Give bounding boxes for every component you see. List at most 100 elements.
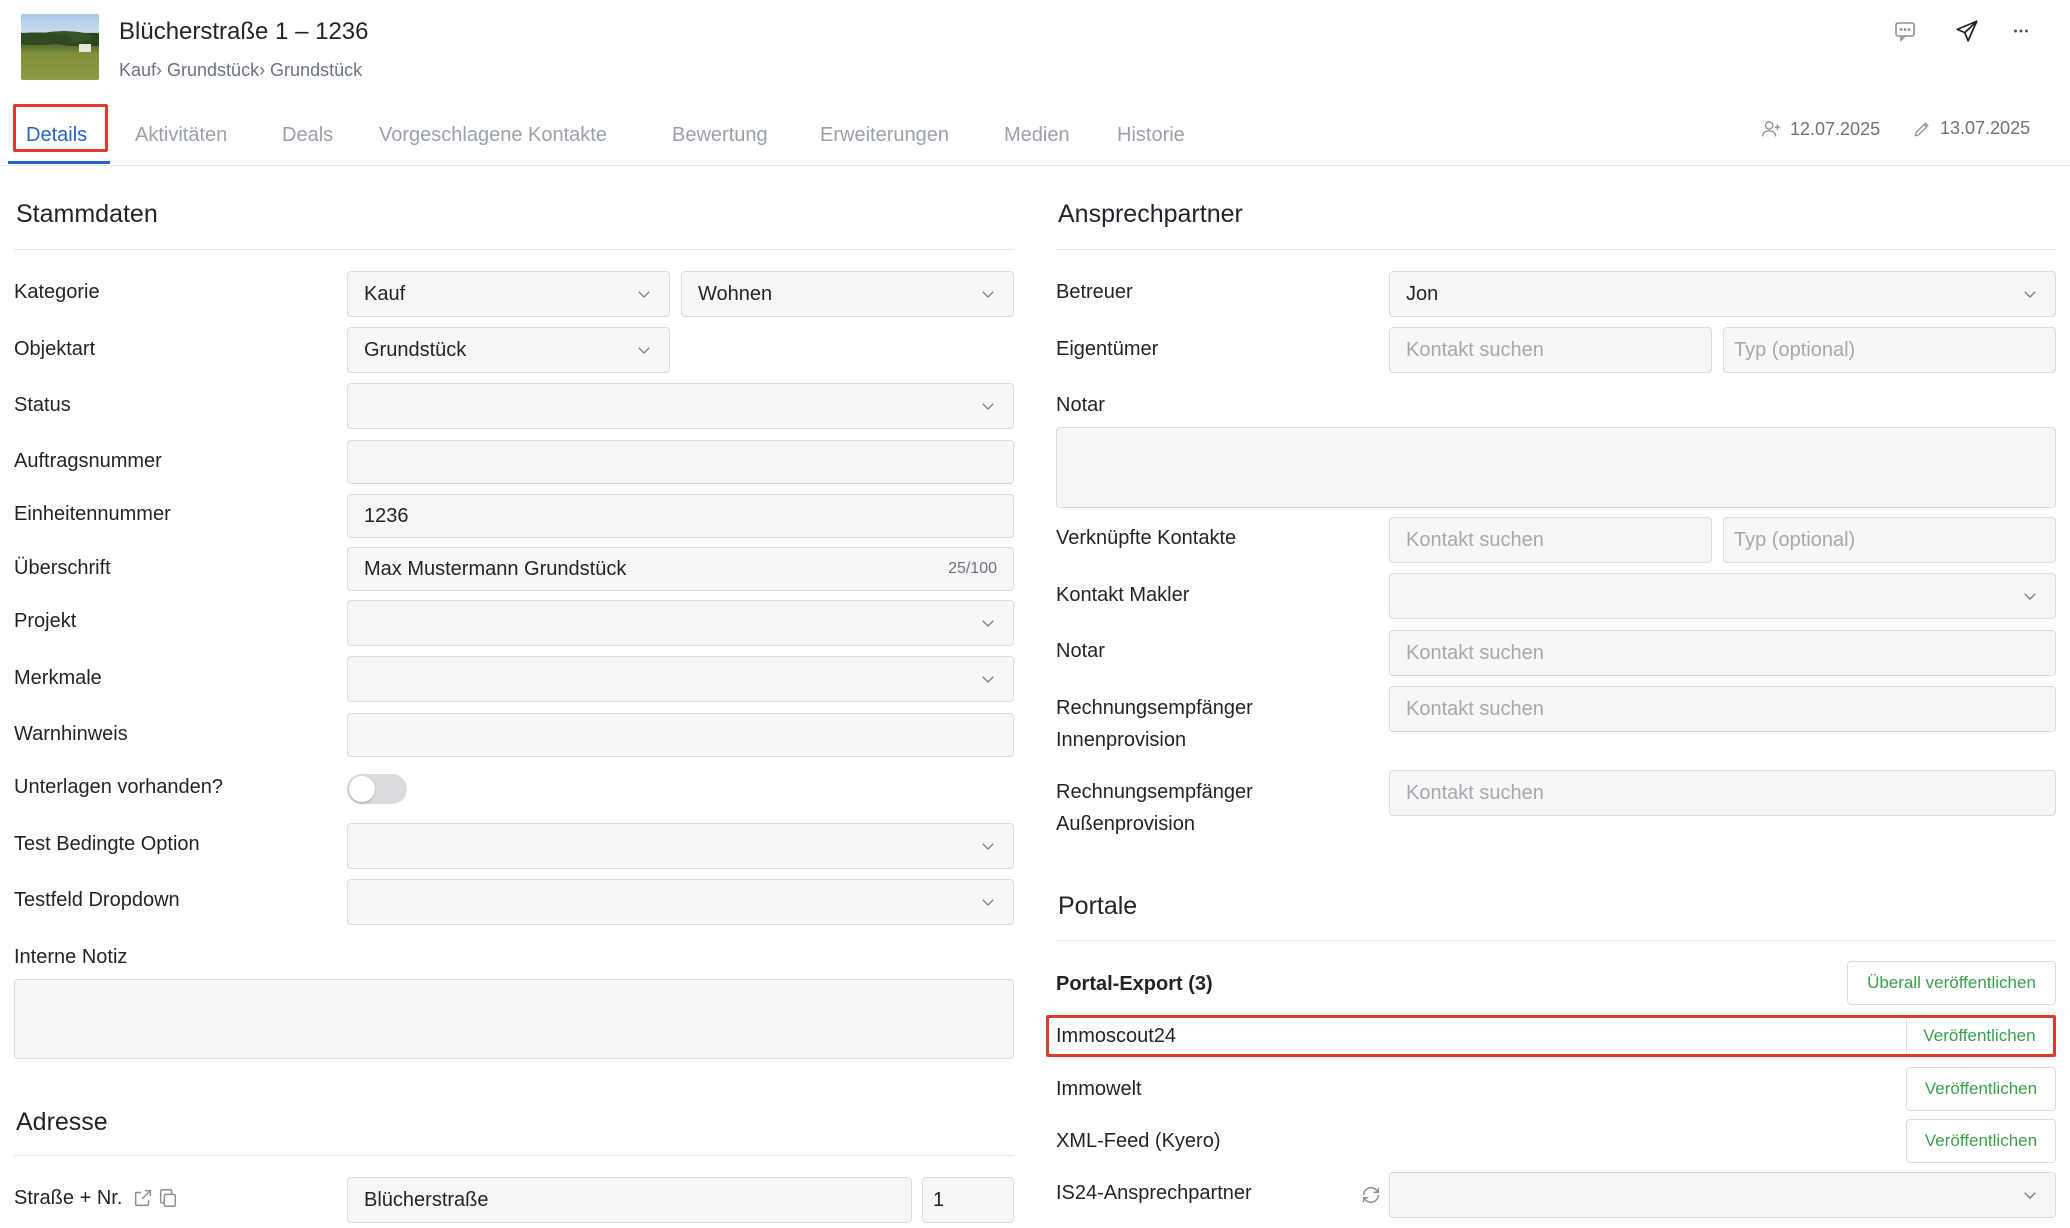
re-innen-search-input[interactable]: Kontakt suchen xyxy=(1389,686,2056,732)
is24-ansprechpartner-select[interactable] xyxy=(1389,1172,2056,1218)
verknuepfte-type-placeholder: Typ (optional) xyxy=(1734,528,1856,551)
projekt-label: Projekt xyxy=(14,610,77,632)
hausnummer-value: 1 xyxy=(933,1188,945,1211)
active-tab-indicator xyxy=(8,161,110,164)
einheitennummer-input[interactable]: 1236 xyxy=(347,494,1014,538)
status-select[interactable] xyxy=(347,383,1014,429)
verknuepfte-type-input[interactable]: Typ (optional) xyxy=(1723,517,2056,563)
copy-icon[interactable] xyxy=(157,1187,179,1209)
stammdaten-title: Stammdaten xyxy=(16,200,158,228)
kategorie-select[interactable]: Kauf xyxy=(347,271,670,317)
betreuer-value: Jon xyxy=(1406,282,1439,305)
status-label: Status xyxy=(14,394,71,416)
merkmale-label: Merkmale xyxy=(14,667,102,689)
chevron-down-icon xyxy=(982,676,994,683)
strasse-label: Straße + Nr. xyxy=(14,1187,123,1209)
unterlagen-label: Unterlagen vorhanden? xyxy=(14,776,224,798)
portal-name-xml-feed: XML-Feed (Kyero) xyxy=(1056,1130,1221,1152)
warnhinweis-label: Warnhinweis xyxy=(14,723,128,745)
tab-vorgeschlagene-kontakte[interactable]: Vorgeschlagene Kontakte xyxy=(377,118,609,152)
einheitennummer-value: 1236 xyxy=(364,504,409,527)
test-bedingte-label: Test Bedingte Option xyxy=(14,833,200,855)
tab-bewertung[interactable]: Bewertung xyxy=(670,118,770,152)
projekt-select[interactable] xyxy=(347,600,1014,646)
chevron-down-icon xyxy=(638,291,650,298)
tab-historie[interactable]: Historie xyxy=(1115,118,1187,152)
eigentuemer-type-input[interactable]: Typ (optional) xyxy=(1723,327,2056,373)
character-counter: 25/100 xyxy=(948,560,997,577)
auftragsnummer-input[interactable] xyxy=(347,440,1014,484)
publish-immoscout24-button[interactable]: Veröffentlichen xyxy=(1906,1018,2052,1054)
external-link-icon[interactable] xyxy=(132,1187,154,1209)
ueberschrift-input[interactable]: Max Mustermann Grundstück 25/100 xyxy=(347,547,1014,591)
chevron-down-icon xyxy=(2024,1192,2036,1199)
publish-xml-feed-button[interactable]: Veröffentlichen xyxy=(1906,1119,2056,1163)
eigentuemer-label: Eigentümer xyxy=(1056,338,1159,360)
send-icon[interactable] xyxy=(1952,16,1982,46)
interne-notiz-label: Interne Notiz xyxy=(14,946,128,968)
kontakt-makler-select[interactable] xyxy=(1389,573,2056,619)
kategorie-label: Kategorie xyxy=(14,281,100,303)
comment-icon[interactable] xyxy=(1890,16,1920,46)
object-header: Blücherstraße 1 – 1236 Kauf› Grundstück›… xyxy=(0,0,2070,104)
verknuepfte-placeholder: Kontakt suchen xyxy=(1406,528,1544,551)
eigentuemer-placeholder: Kontakt suchen xyxy=(1406,338,1544,361)
objektart-select[interactable]: Grundstück xyxy=(347,327,670,373)
publish-immowelt-button[interactable]: Veröffentlichen xyxy=(1906,1067,2056,1111)
tab-medien[interactable]: Medien xyxy=(1002,118,1072,152)
adresse-title: Adresse xyxy=(16,1108,108,1136)
re-aussen-label-line2: Außenprovision xyxy=(1056,813,1195,835)
testfeld-label: Testfeld Dropdown xyxy=(14,889,180,911)
publish-all-button[interactable]: Überall veröffentlichen xyxy=(1847,961,2056,1005)
re-aussen-placeholder: Kontakt suchen xyxy=(1406,781,1544,804)
notar-search-input[interactable]: Kontakt suchen xyxy=(1389,630,2056,676)
nutzungsart-select[interactable]: Wohnen xyxy=(681,271,1014,317)
objektart-value: Grundstück xyxy=(364,338,467,361)
re-aussen-search-input[interactable]: Kontakt suchen xyxy=(1389,770,2056,816)
divider xyxy=(14,1155,1014,1156)
property-thumbnail[interactable] xyxy=(21,14,99,80)
notar-notes-label: Notar xyxy=(1056,394,1105,416)
einheitennummer-label: Einheitennummer xyxy=(14,503,171,525)
re-innen-placeholder: Kontakt suchen xyxy=(1406,697,1544,720)
page-title: Blücherstraße 1 – 1236 xyxy=(119,18,369,45)
more-icon[interactable] xyxy=(2006,16,2036,46)
nutzungsart-value: Wohnen xyxy=(698,282,773,305)
eigentuemer-type-placeholder: Typ (optional) xyxy=(1734,338,1856,361)
chevron-down-icon xyxy=(982,403,994,410)
auftragsnummer-label: Auftragsnummer xyxy=(14,450,162,472)
details-tab-highlight xyxy=(13,104,108,152)
chevron-down-icon xyxy=(2024,593,2036,600)
interne-notiz-textarea[interactable] xyxy=(14,979,1014,1059)
test-bedingte-select[interactable] xyxy=(347,823,1014,869)
toggle-knob xyxy=(349,776,375,802)
strasse-input[interactable]: Blücherstraße xyxy=(347,1177,912,1223)
notar-textarea[interactable] xyxy=(1056,427,2056,508)
edited-date: 13.07.2025 xyxy=(1940,118,2031,138)
verknuepfte-search-input[interactable]: Kontakt suchen xyxy=(1389,517,1712,563)
user-add-icon xyxy=(1762,120,1781,137)
chevron-down-icon xyxy=(982,899,994,906)
objektart-label: Objektart xyxy=(14,338,96,360)
edited-info: 13.07.2025 xyxy=(1912,118,2030,139)
tab-aktivitaeten[interactable]: Aktivitäten xyxy=(133,118,229,152)
verknuepfte-kontakte-label: Verknüpfte Kontakte xyxy=(1056,527,1237,549)
hausnummer-input[interactable]: 1 xyxy=(922,1177,1014,1223)
tab-erweiterungen[interactable]: Erweiterungen xyxy=(818,118,951,152)
betreuer-select[interactable]: Jon xyxy=(1389,271,2056,317)
notar-placeholder: Kontakt suchen xyxy=(1406,641,1544,664)
re-innen-label-line2: Innenprovision xyxy=(1056,729,1187,751)
betreuer-label: Betreuer xyxy=(1056,281,1133,303)
chevron-down-icon xyxy=(2024,291,2036,298)
refresh-icon[interactable] xyxy=(1360,1184,1382,1206)
notar-label: Notar xyxy=(1056,640,1105,662)
strasse-value: Blücherstraße xyxy=(364,1188,489,1211)
warnhinweis-input[interactable] xyxy=(347,713,1014,757)
unterlagen-toggle[interactable] xyxy=(347,774,407,804)
chevron-down-icon xyxy=(982,620,994,627)
tab-deals[interactable]: Deals xyxy=(280,118,335,152)
is24-ansprechpartner-label: IS24-Ansprechpartner xyxy=(1056,1182,1252,1204)
testfeld-select[interactable] xyxy=(347,879,1014,925)
merkmale-select[interactable] xyxy=(347,656,1014,702)
eigentuemer-search-input[interactable]: Kontakt suchen xyxy=(1389,327,1712,373)
